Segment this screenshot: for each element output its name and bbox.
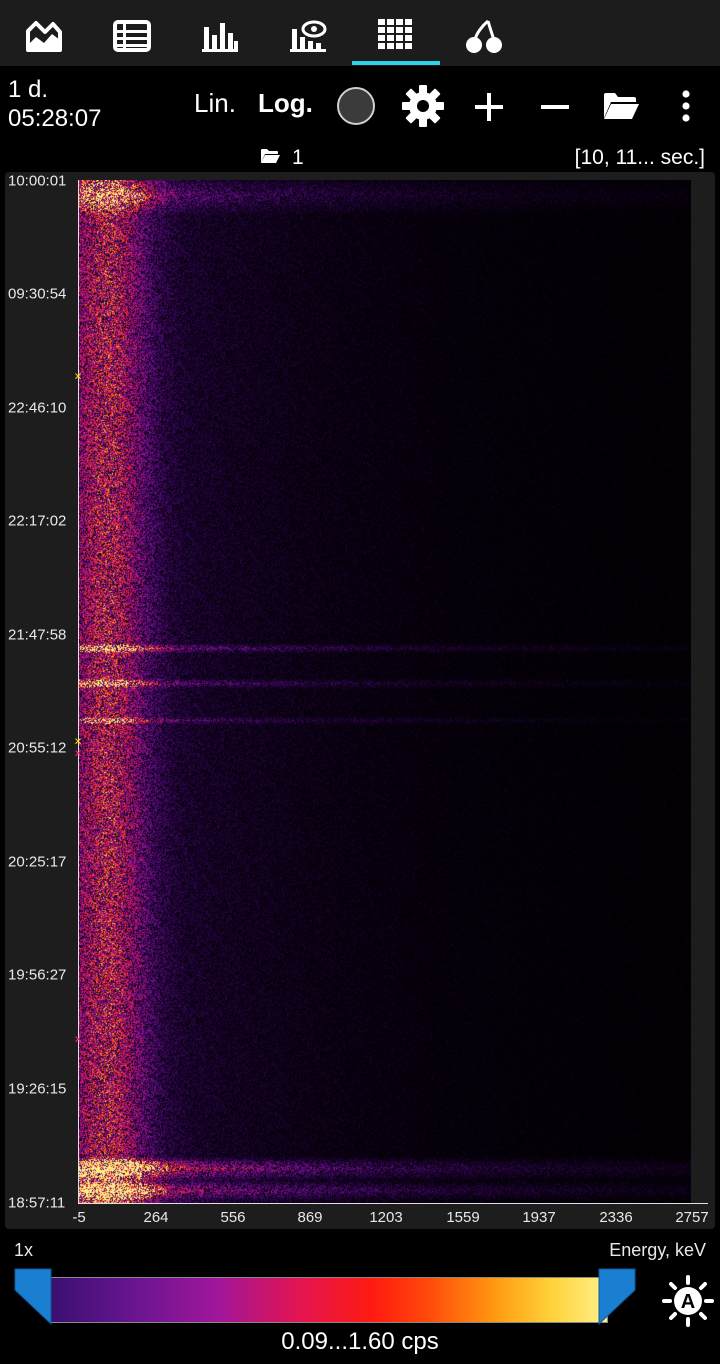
active-tab-indicator	[352, 61, 440, 65]
elapsed-days: 1 d.	[8, 76, 49, 103]
auto-brightness-button[interactable]: A	[662, 1275, 714, 1327]
y-tick-label: 20:25:17	[8, 853, 67, 871]
elapsed-time: 1 d. 05:28:07	[8, 75, 101, 133]
folder-open-icon	[604, 93, 639, 119]
x-tick-label: 869	[297, 1209, 323, 1226]
y-tick-label: 09:30:54	[8, 285, 67, 303]
plus-icon	[475, 93, 503, 121]
histogram-icon	[202, 23, 238, 52]
y-tick-label: 19:56:27	[8, 966, 67, 984]
vertical-dots-icon	[682, 90, 690, 122]
event-marker-pink[interactable]: ×	[74, 1033, 82, 1046]
spectrogram-heatmap[interactable]	[79, 180, 691, 1203]
chart-area-icon	[26, 21, 62, 52]
y-tick-label: 21:47:58	[8, 626, 67, 644]
y-tick-label: 22:46:10	[8, 399, 67, 417]
y-tick-label: 10:00:01	[8, 172, 67, 190]
x-tick-label: -5	[72, 1209, 86, 1226]
tab-cherry[interactable]	[462, 14, 506, 58]
x-tick-label: 1559	[446, 1209, 480, 1226]
x-tick-label: 2757	[675, 1209, 709, 1226]
histogram-eye-icon	[290, 20, 327, 52]
top-tab-bar	[0, 0, 720, 66]
cherry-icon	[466, 19, 502, 53]
tab-chart[interactable]	[22, 14, 66, 58]
minus-icon	[541, 105, 569, 109]
x-tick-label: 264	[143, 1209, 169, 1226]
x-axis-line	[78, 1203, 708, 1204]
folder-count: 1	[292, 146, 304, 169]
event-marker-pink[interactable]: ×	[74, 747, 82, 760]
zoom-out-button[interactable]	[536, 88, 574, 126]
table-list-icon	[113, 20, 151, 52]
tab-histogram[interactable]	[198, 14, 242, 58]
gear-icon	[402, 85, 444, 127]
x-tick-label: 556	[220, 1209, 246, 1226]
x-tick-label: 1937	[522, 1209, 556, 1226]
record-button[interactable]	[334, 84, 378, 128]
zoom-in-button[interactable]	[470, 88, 508, 126]
y-tick-label: 18:57:11	[8, 1194, 66, 1212]
color-min-slider[interactable]	[14, 1268, 52, 1326]
color-scale-bar	[50, 1277, 608, 1323]
folder-icon	[261, 149, 280, 163]
log-scale-button[interactable]: Log.	[258, 88, 313, 119]
y-axis-line	[78, 180, 79, 1204]
auto-brightness-icon: A	[662, 1275, 714, 1327]
tab-spectrogram[interactable]	[374, 14, 418, 58]
grid-icon	[378, 19, 412, 49]
y-tick-label: 20:55:12	[8, 739, 67, 757]
x-tick-label: 2336	[599, 1209, 633, 1226]
zoom-factor: 1x	[14, 1240, 34, 1260]
settings-button[interactable]	[400, 83, 446, 129]
tab-histogram-view[interactable]	[286, 14, 330, 58]
color-range-label: 0.09...1.60 cps	[281, 1328, 439, 1355]
y-tick-label: 19:26:15	[8, 1080, 67, 1098]
toolbar: 1 d. 05:28:07 Lin. Log.	[0, 66, 720, 142]
info-row: 1 [10, 11... sec.]	[0, 142, 720, 172]
color-max-slider[interactable]	[598, 1268, 636, 1326]
y-tick-label: 22:17:02	[8, 512, 67, 530]
linear-scale-button[interactable]: Lin.	[194, 88, 236, 119]
record-circle-icon	[337, 87, 375, 125]
overflow-menu-button[interactable]	[674, 86, 698, 126]
event-marker-yellow[interactable]: ×	[74, 370, 82, 383]
x-axis-title: Energy, keV	[609, 1240, 706, 1260]
interval-label: [10, 11... sec.]	[574, 146, 705, 169]
open-file-button[interactable]	[600, 86, 642, 126]
tab-table[interactable]	[110, 14, 154, 58]
elapsed-clock: 05:28:07	[8, 105, 102, 132]
x-tick-label: 1203	[369, 1209, 403, 1226]
svg-text:A: A	[681, 1291, 695, 1313]
